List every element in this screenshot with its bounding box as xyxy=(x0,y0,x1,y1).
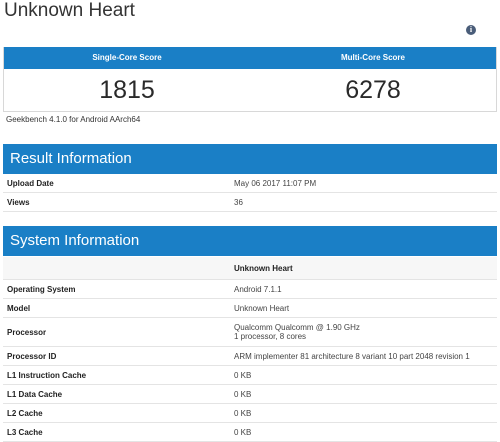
row-key: L3 Cache xyxy=(3,422,230,442)
column-header: Unknown Heart xyxy=(230,257,497,280)
header-key-cell xyxy=(3,257,230,280)
table-row: L3 Cache 0 KB xyxy=(3,422,497,442)
row-value: May 06 2017 11:07 PM xyxy=(230,174,497,193)
table-row: L1 Data Cache 0 KB xyxy=(3,384,497,404)
system-information-heading: System Information xyxy=(3,226,497,256)
row-key: L1 Instruction Cache xyxy=(3,365,230,385)
row-key: Processor ID xyxy=(3,346,230,366)
score-panel: Single-Core Score Multi-Core Score 1815 … xyxy=(3,47,497,112)
page-title: Unknown Heart xyxy=(4,0,135,21)
system-info-table: Unknown Heart Operating System Android 7… xyxy=(3,257,497,442)
row-key: L2 Cache xyxy=(3,403,230,423)
row-value: 0 KB xyxy=(230,403,497,423)
table-header-row: Unknown Heart xyxy=(3,257,497,280)
row-key: Views xyxy=(3,192,230,212)
row-value: 0 KB xyxy=(230,384,497,404)
row-key: Upload Date xyxy=(3,174,230,193)
multi-core-score: 6278 xyxy=(345,76,401,104)
single-core-label: Single-Core Score xyxy=(92,53,162,62)
table-row: Views 36 xyxy=(3,192,497,212)
row-value: ARM implementer 81 architecture 8 varian… xyxy=(230,346,497,366)
info-icon[interactable]: i xyxy=(466,25,476,35)
row-key: L1 Data Cache xyxy=(3,384,230,404)
table-row: Processor ID ARM implementer 81 architec… xyxy=(3,346,497,366)
table-row: Processor Qualcomm Qualcomm @ 1.90 GHz 1… xyxy=(3,317,497,347)
table-row: L2 Cache 0 KB xyxy=(3,403,497,423)
processor-line-1: Qualcomm Qualcomm @ 1.90 GHz xyxy=(234,323,360,332)
result-info-table: Upload Date May 06 2017 11:07 PM Views 3… xyxy=(3,174,497,212)
multi-core-label: Multi-Core Score xyxy=(340,53,405,62)
result-information-heading: Result Information xyxy=(3,144,497,174)
row-key: Processor xyxy=(3,317,230,347)
row-value: 36 xyxy=(230,192,497,212)
row-value: Android 7.1.1 xyxy=(230,279,497,299)
row-value: Qualcomm Qualcomm @ 1.90 GHz 1 processor… xyxy=(230,317,497,347)
row-value: Unknown Heart xyxy=(230,298,497,318)
score-header-bar: Single-Core Score Multi-Core Score xyxy=(4,47,496,69)
row-key: Model xyxy=(3,298,230,318)
processor-line-2: 1 processor, 8 cores xyxy=(234,332,307,341)
row-key: Operating System xyxy=(3,279,230,299)
table-row: Operating System Android 7.1.1 xyxy=(3,279,497,299)
row-value: 0 KB xyxy=(230,365,497,385)
table-row: Upload Date May 06 2017 11:07 PM xyxy=(3,174,497,193)
table-row: L1 Instruction Cache 0 KB xyxy=(3,365,497,385)
row-value: 0 KB xyxy=(230,422,497,442)
single-core-score: 1815 xyxy=(99,76,155,104)
table-row: Model Unknown Heart xyxy=(3,298,497,318)
platform-text: Geekbench 4.1.0 for Android AArch64 xyxy=(6,115,141,124)
